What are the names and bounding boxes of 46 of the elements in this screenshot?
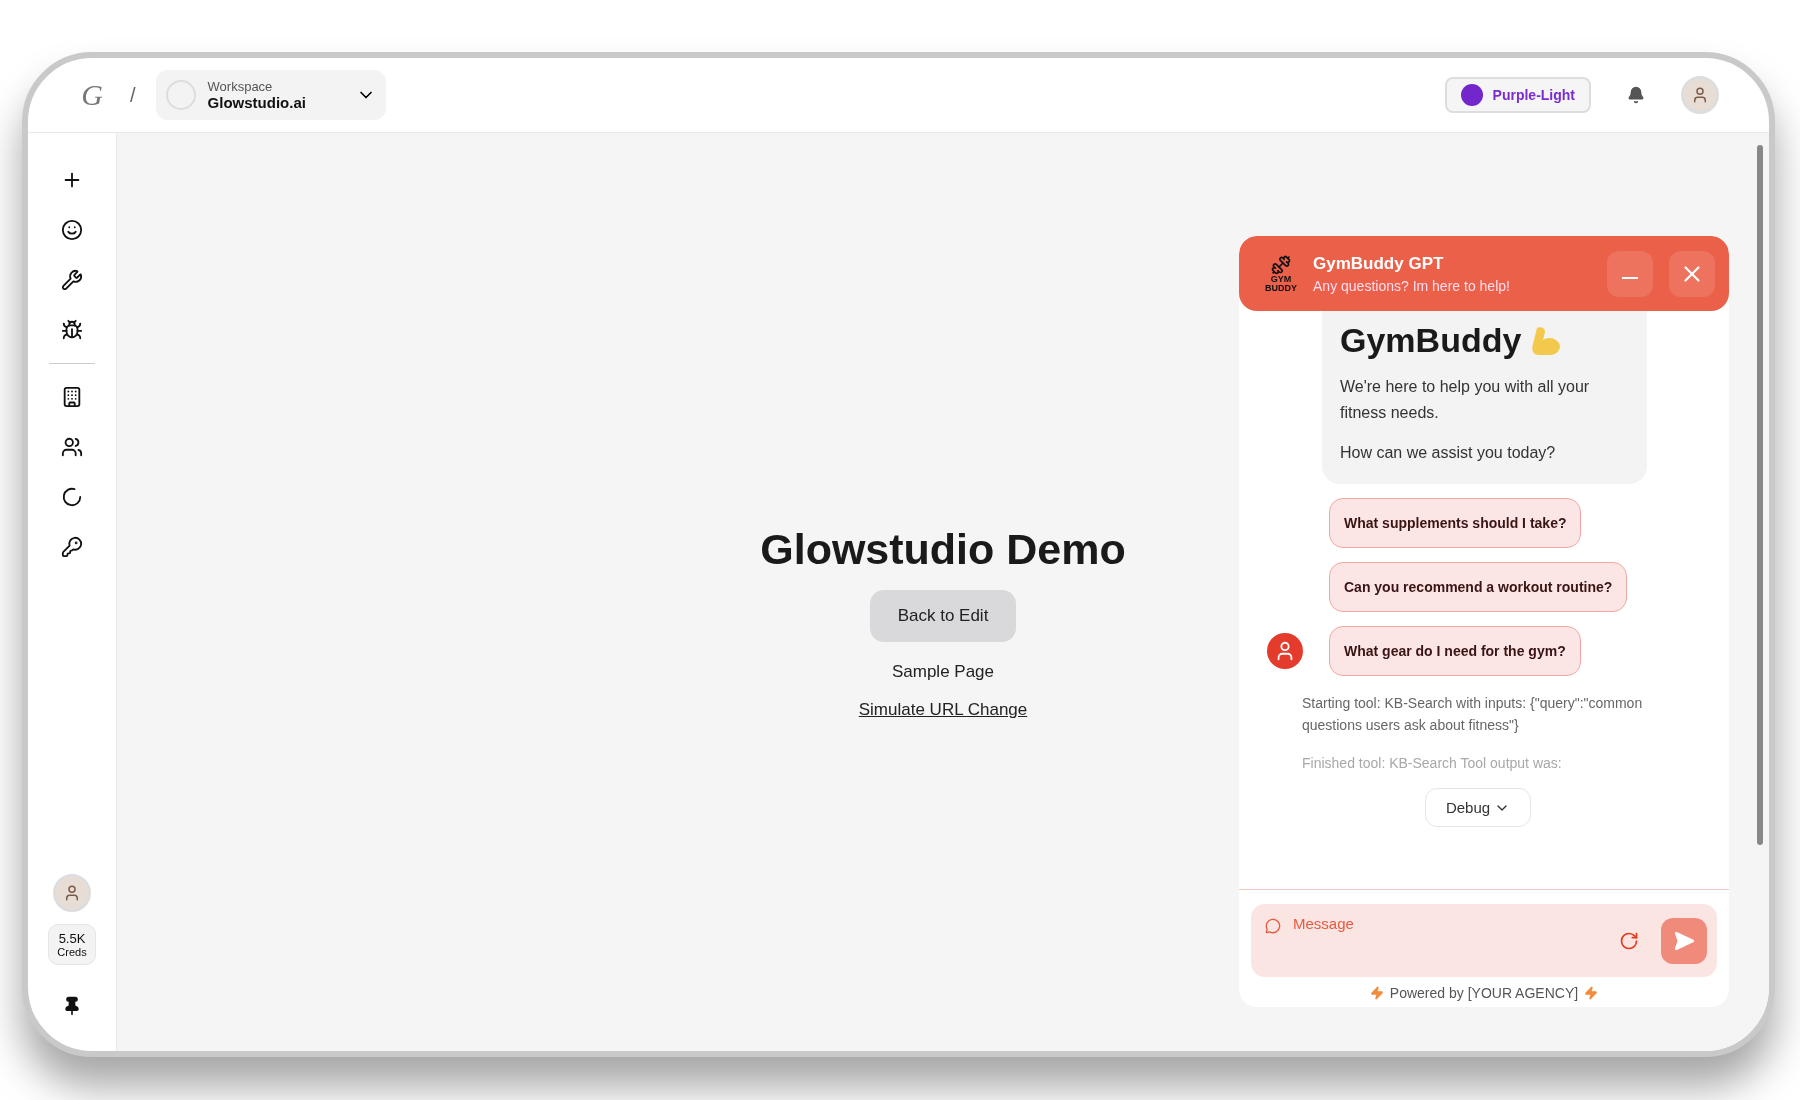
debug-log-line: Starting tool: KB-Search with inputs: {"query":"common questions users ask about fitness"}	[1302, 694, 1644, 735]
simulate-url-link[interactable]: Simulate URL Change	[858, 699, 1028, 720]
workspace-selector[interactable]: Workspace Glowstudio.ai	[155, 70, 386, 120]
chat-bubble-icon	[1265, 918, 1281, 934]
pin-icon	[62, 996, 82, 1016]
logo[interactable]: G	[74, 78, 110, 112]
smiley-face-icon	[61, 219, 83, 241]
bolt-icon	[1369, 986, 1384, 1000]
key-icon	[61, 536, 83, 558]
welcome-heading: GymBuddy	[1340, 321, 1522, 360]
send-icon	[1673, 929, 1695, 952]
scrollbar-thumb[interactable]	[1757, 145, 1763, 845]
tools-icon	[61, 269, 83, 291]
credits-label: Creds	[57, 946, 87, 958]
gym-logo: GYM BUDDY	[1265, 254, 1297, 293]
workspace-label: Workspace	[207, 79, 273, 94]
credits-amount: 5.5K	[58, 931, 86, 946]
users-icon	[61, 436, 83, 458]
user-avatar[interactable]	[1681, 76, 1719, 114]
welcome-text: We're here to help you with all your fitness needs.	[1340, 377, 1591, 423]
notification-bell-icon[interactable]	[1627, 86, 1645, 104]
page-subtitle: Sample Page	[891, 661, 995, 682]
message-input[interactable]: Message	[1291, 914, 1609, 933]
minimize-icon	[1622, 276, 1638, 279]
workspace-name: Glowstudio.ai	[207, 94, 306, 111]
refresh-icon[interactable]	[1619, 930, 1639, 951]
chat-subtitle: Any questions? Im here to help!	[1313, 277, 1511, 294]
credits-badge[interactable]: 5.5K Creds	[48, 924, 96, 965]
powered-by-text: Powered by [YOUR AGENCY]	[1389, 985, 1579, 1001]
theme-color-dot	[1460, 84, 1483, 106]
user-avatar[interactable]	[53, 874, 91, 912]
theme-button[interactable]: Purple-Light	[1444, 77, 1591, 113]
debug-button[interactable]: Debug	[1424, 788, 1532, 827]
welcome-text: How can we assist you today?	[1340, 443, 1557, 463]
building-icon	[61, 386, 83, 408]
bug-icon	[61, 319, 83, 341]
suggestion-chip[interactable]: What supplements should I take?	[1329, 498, 1582, 548]
chat-title: GymBuddy GPT	[1313, 253, 1445, 274]
bolt-icon	[1584, 986, 1599, 1000]
back-to-edit-button[interactable]: Back to Edit	[869, 589, 1017, 642]
suggestion-chip[interactable]: What gear do I need for the gym?	[1329, 626, 1581, 676]
debug-log-line: Finished tool: KB-Search Tool output was:	[1302, 754, 1563, 773]
suggestion-chip[interactable]: Can you recommend a workout routine?	[1329, 562, 1628, 612]
breadcrumb-separator: /	[130, 83, 136, 107]
close-button[interactable]	[1669, 250, 1715, 297]
page-title: Glowstudio Demo	[760, 524, 1126, 574]
